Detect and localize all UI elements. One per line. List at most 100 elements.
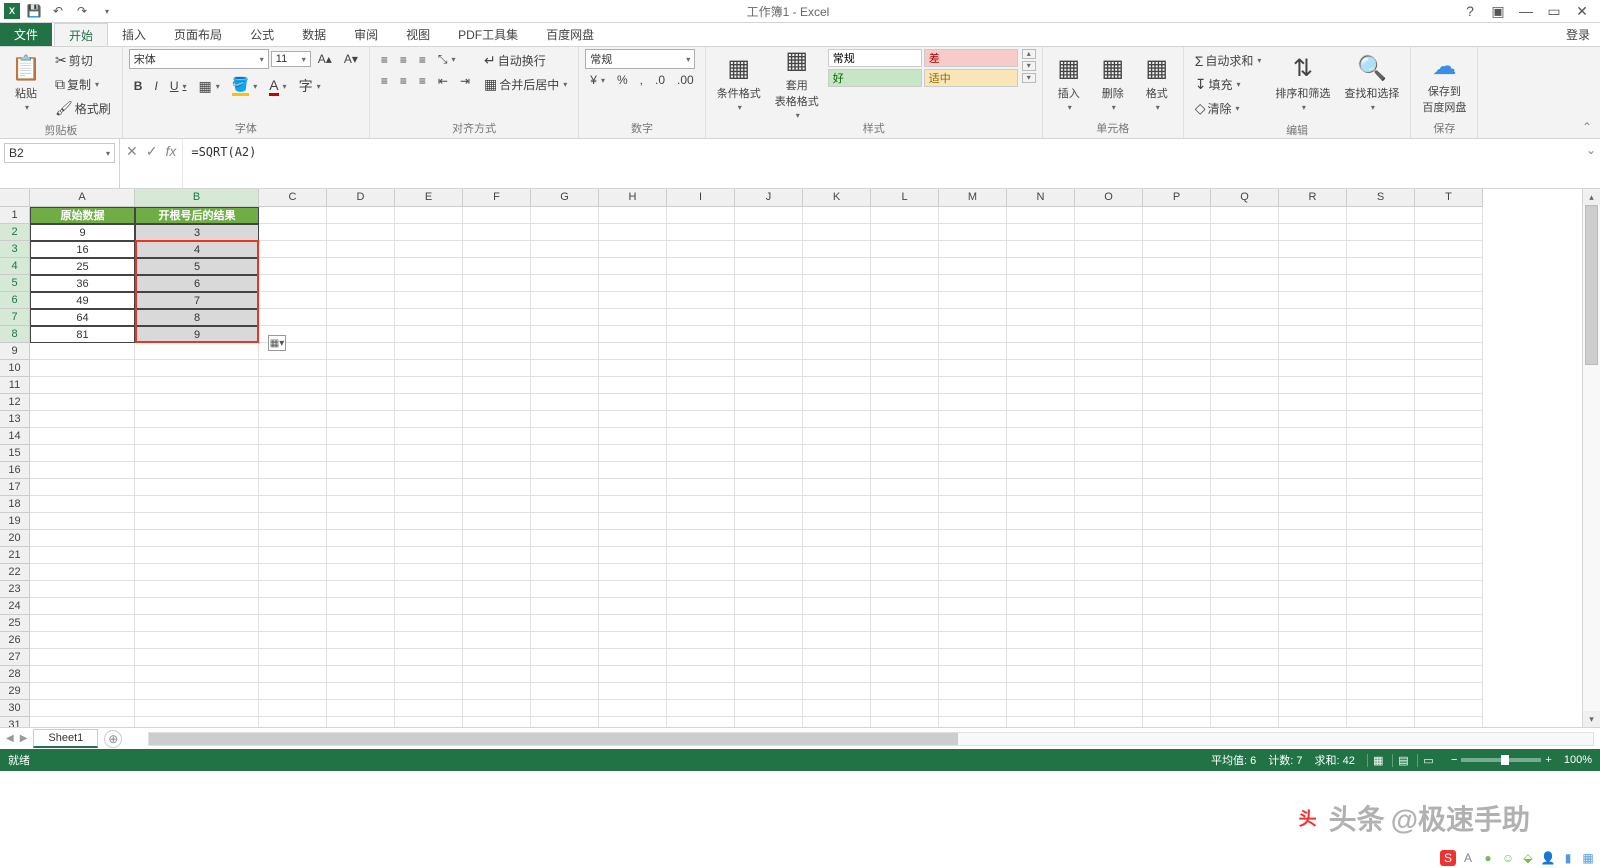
cell-I7[interactable] <box>667 309 735 326</box>
cell-G26[interactable] <box>531 632 599 649</box>
cell-I14[interactable] <box>667 428 735 445</box>
cell-A15[interactable] <box>30 445 135 462</box>
tab-review[interactable]: 审阅 <box>340 23 392 46</box>
cell-T12[interactable] <box>1415 394 1483 411</box>
cell-I2[interactable] <box>667 224 735 241</box>
col-header-B[interactable]: B <box>135 189 259 206</box>
tray-icon[interactable]: S <box>1440 850 1456 866</box>
cell-N30[interactable] <box>1007 700 1075 717</box>
cell-K22[interactable] <box>803 564 871 581</box>
cell-P28[interactable] <box>1143 666 1211 683</box>
cell-B16[interactable] <box>135 462 259 479</box>
cell-H16[interactable] <box>599 462 667 479</box>
cell-L16[interactable] <box>871 462 939 479</box>
cell-H29[interactable] <box>599 683 667 700</box>
cell-J8[interactable] <box>735 326 803 343</box>
cell-B13[interactable] <box>135 411 259 428</box>
conditional-format-button[interactable]: ▦条件格式 <box>712 49 766 117</box>
cell-J15[interactable] <box>735 445 803 462</box>
col-header-S[interactable]: S <box>1347 189 1415 206</box>
cell-E23[interactable] <box>395 581 463 598</box>
cell-R4[interactable] <box>1279 258 1347 275</box>
cell-L14[interactable] <box>871 428 939 445</box>
row-header-16[interactable]: 16 <box>0 462 29 479</box>
cell-S15[interactable] <box>1347 445 1415 462</box>
row-header-27[interactable]: 27 <box>0 649 29 666</box>
qat-redo-icon[interactable]: ↷ <box>72 1 92 21</box>
cell-M30[interactable] <box>939 700 1007 717</box>
insert-cells-button[interactable]: ▦插入 <box>1049 49 1089 117</box>
cell-H30[interactable] <box>599 700 667 717</box>
cell-O8[interactable] <box>1075 326 1143 343</box>
cell-R23[interactable] <box>1279 581 1347 598</box>
cell-B3[interactable]: 4 <box>135 241 259 258</box>
cell-H23[interactable] <box>599 581 667 598</box>
cell-K23[interactable] <box>803 581 871 598</box>
cell-K27[interactable] <box>803 649 871 666</box>
cell-H5[interactable] <box>599 275 667 292</box>
cell-T27[interactable] <box>1415 649 1483 666</box>
cell-D7[interactable] <box>327 309 395 326</box>
cell-Q2[interactable] <box>1211 224 1279 241</box>
cell-A11[interactable] <box>30 377 135 394</box>
cell-L27[interactable] <box>871 649 939 666</box>
cell-D9[interactable] <box>327 343 395 360</box>
cell-P20[interactable] <box>1143 530 1211 547</box>
cell-C26[interactable] <box>259 632 327 649</box>
style-neutral[interactable]: 适中 <box>924 69 1018 87</box>
cell-S16[interactable] <box>1347 462 1415 479</box>
row-header-20[interactable]: 20 <box>0 530 29 547</box>
cell-J6[interactable] <box>735 292 803 309</box>
cell-N29[interactable] <box>1007 683 1075 700</box>
cell-O30[interactable] <box>1075 700 1143 717</box>
cell-G22[interactable] <box>531 564 599 581</box>
cell-B6[interactable]: 7 <box>135 292 259 309</box>
cell-G12[interactable] <box>531 394 599 411</box>
cell-C20[interactable] <box>259 530 327 547</box>
sheet-tab-sheet1[interactable]: Sheet1 <box>33 729 98 748</box>
cell-M12[interactable] <box>939 394 1007 411</box>
tab-pdf[interactable]: PDF工具集 <box>444 23 532 46</box>
cell-B5[interactable]: 6 <box>135 275 259 292</box>
cell-S18[interactable] <box>1347 496 1415 513</box>
cell-I27[interactable] <box>667 649 735 666</box>
accounting-format-icon[interactable]: ¥ <box>585 70 610 90</box>
cell-Q30[interactable] <box>1211 700 1279 717</box>
cell-T23[interactable] <box>1415 581 1483 598</box>
restore-icon[interactable]: ▭ <box>1544 3 1564 20</box>
cell-Q24[interactable] <box>1211 598 1279 615</box>
cell-O12[interactable] <box>1075 394 1143 411</box>
cell-I13[interactable] <box>667 411 735 428</box>
formula-input[interactable]: =SQRT(A2) <box>183 139 1582 188</box>
cell-R25[interactable] <box>1279 615 1347 632</box>
cell-K30[interactable] <box>803 700 871 717</box>
cell-O17[interactable] <box>1075 479 1143 496</box>
cell-P8[interactable] <box>1143 326 1211 343</box>
cell-D4[interactable] <box>327 258 395 275</box>
autosum-button[interactable]: Σ自动求和 <box>1190 49 1267 72</box>
cell-B15[interactable] <box>135 445 259 462</box>
cell-M24[interactable] <box>939 598 1007 615</box>
col-header-G[interactable]: G <box>531 189 599 206</box>
cell-C17[interactable] <box>259 479 327 496</box>
cell-N15[interactable] <box>1007 445 1075 462</box>
cell-J30[interactable] <box>735 700 803 717</box>
sort-filter-button[interactable]: ⇅排序和筛选 <box>1270 49 1335 117</box>
cell-G2[interactable] <box>531 224 599 241</box>
cell-grid[interactable]: ▦▾ 原始数据开根号后的结果93164255366497648819 <box>30 207 1483 727</box>
cell-F3[interactable] <box>463 241 531 258</box>
cell-P14[interactable] <box>1143 428 1211 445</box>
cell-H1[interactable] <box>599 207 667 224</box>
cell-Q26[interactable] <box>1211 632 1279 649</box>
cell-E26[interactable] <box>395 632 463 649</box>
cell-I19[interactable] <box>667 513 735 530</box>
cell-K8[interactable] <box>803 326 871 343</box>
cell-T15[interactable] <box>1415 445 1483 462</box>
cell-E25[interactable] <box>395 615 463 632</box>
cell-H12[interactable] <box>599 394 667 411</box>
cell-O7[interactable] <box>1075 309 1143 326</box>
styles-more-button[interactable]: ▴▾▾ <box>1022 49 1036 83</box>
cell-styles-gallery[interactable]: 常规 差 好 适中 <box>828 49 1018 87</box>
cell-G31[interactable] <box>531 717 599 727</box>
cell-D13[interactable] <box>327 411 395 428</box>
